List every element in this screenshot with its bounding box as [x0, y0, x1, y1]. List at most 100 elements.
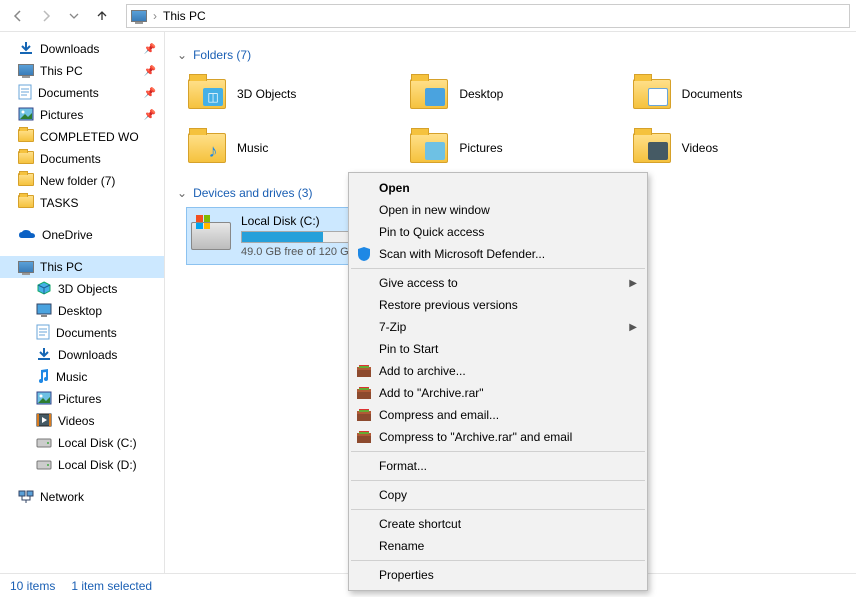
sidebar-quick-item[interactable]: Downloads📌	[0, 38, 164, 60]
context-menu-item[interactable]: Restore previous versions	[349, 294, 647, 316]
context-menu-label: Give access to	[379, 276, 458, 290]
thispc-icon	[131, 10, 147, 22]
sidebar-item-label: Documents	[38, 86, 99, 100]
sidebar-thispc-child[interactable]: Downloads	[0, 344, 164, 366]
sidebar-thispc-child[interactable]: Pictures	[0, 388, 164, 410]
music-folder-icon: ♪	[187, 130, 227, 166]
context-menu-item[interactable]: Copy	[349, 484, 647, 506]
breadcrumb-separator-icon: ›	[153, 9, 157, 23]
sidebar-item-label: This PC	[40, 260, 83, 274]
section-title: Devices and drives (3)	[193, 186, 312, 200]
winrar-icon	[355, 428, 373, 446]
chevron-down-icon: ⌄	[177, 48, 187, 62]
pin-icon: 📌	[144, 110, 156, 121]
context-menu-item[interactable]: 7-Zip▶	[349, 316, 647, 338]
folder-item[interactable]: ♪Music	[187, 124, 399, 172]
context-menu-label: Open in new window	[379, 203, 490, 217]
folder-item[interactable]: Documents	[632, 70, 844, 118]
hdd-icon	[36, 458, 52, 473]
context-menu-item[interactable]: Pin to Quick access	[349, 221, 647, 243]
context-menu-item[interactable]: Rename	[349, 535, 647, 557]
context-menu-item[interactable]: Add to "Archive.rar"	[349, 382, 647, 404]
recent-dropdown[interactable]	[62, 4, 86, 28]
context-menu-label: Restore previous versions	[379, 298, 518, 312]
desktop-icon	[36, 303, 52, 320]
up-button[interactable]	[90, 4, 114, 28]
sidebar-quick-item[interactable]: COMPLETED WO	[0, 126, 164, 148]
winrar-icon	[355, 362, 373, 380]
context-menu-label: Properties	[379, 568, 434, 582]
back-button[interactable]	[6, 4, 30, 28]
sidebar-thispc[interactable]: This PC	[0, 256, 164, 278]
sidebar-thispc-child[interactable]: Videos	[0, 410, 164, 432]
sidebar-thispc-child[interactable]: Music	[0, 366, 164, 388]
sidebar-thispc-child[interactable]: Local Disk (C:)	[0, 432, 164, 454]
sidebar-thispc-child[interactable]: Desktop	[0, 300, 164, 322]
sidebar-item-label: This PC	[40, 64, 83, 78]
context-menu-item[interactable]: Properties	[349, 564, 647, 586]
sidebar-quick-item[interactable]: Documents	[0, 148, 164, 170]
sidebar-quick-item[interactable]: Documents📌	[0, 82, 164, 104]
section-header-folders[interactable]: ⌄ Folders (7)	[177, 48, 844, 62]
context-menu-label: Add to "Archive.rar"	[379, 386, 484, 400]
thispc-icon	[18, 261, 34, 273]
folder-icon	[18, 195, 34, 211]
3d-icon	[36, 280, 52, 299]
thispc-icon	[18, 64, 34, 79]
documents-icon	[36, 324, 50, 343]
context-menu-item[interactable]: Open in new window	[349, 199, 647, 221]
toolbar: › This PC	[0, 0, 856, 32]
context-menu-item[interactable]: Open	[349, 177, 647, 199]
section-title: Folders (7)	[193, 48, 251, 62]
sidebar-thispc-child[interactable]: 3D Objects	[0, 278, 164, 300]
context-menu-item[interactable]: Scan with Microsoft Defender...	[349, 243, 647, 265]
context-menu-label: Open	[379, 181, 410, 195]
sidebar-network[interactable]: Network	[0, 486, 164, 508]
context-menu-label: Create shortcut	[379, 517, 461, 531]
folder-icon	[18, 173, 34, 189]
sidebar-onedrive[interactable]: OneDrive	[0, 224, 164, 246]
context-menu-item[interactable]: Give access to▶	[349, 272, 647, 294]
folder-item[interactable]: Desktop	[409, 70, 621, 118]
sidebar-quick-item[interactable]: TASKS	[0, 192, 164, 214]
context-menu-item[interactable]: Compress and email...	[349, 404, 647, 426]
sidebar-thispc-child[interactable]: Local Disk (D:)	[0, 454, 164, 476]
chevron-down-icon: ⌄	[177, 186, 187, 200]
sidebar-item-label: Pictures	[58, 392, 101, 406]
sidebar-thispc-child[interactable]: Documents	[0, 322, 164, 344]
status-item-count: 10 items	[10, 579, 55, 593]
sidebar-quick-item[interactable]: Pictures📌	[0, 104, 164, 126]
sidebar-item-label: OneDrive	[42, 228, 93, 242]
3d-folder-icon: ◫	[187, 76, 227, 112]
folder-item[interactable]: Pictures	[409, 124, 621, 172]
forward-button[interactable]	[34, 4, 58, 28]
context-menu-label: Compress to "Archive.rar" and email	[379, 430, 572, 444]
context-menu-label: Copy	[379, 488, 407, 502]
folder-label: Desktop	[459, 87, 503, 101]
folder-icon	[18, 151, 34, 167]
address-bar[interactable]: › This PC	[126, 4, 850, 28]
pin-icon: 📌	[144, 44, 156, 55]
sidebar-item-label: New folder (7)	[40, 174, 115, 188]
sidebar-item-label: Downloads	[58, 348, 117, 362]
context-menu-label: Rename	[379, 539, 424, 553]
videos-icon	[36, 413, 52, 430]
folder-item[interactable]: ◫3D Objects	[187, 70, 399, 118]
sidebar-quick-item[interactable]: This PC📌	[0, 60, 164, 82]
folder-label: Videos	[682, 141, 718, 155]
folder-item[interactable]: Videos	[632, 124, 844, 172]
context-menu-item[interactable]: Create shortcut	[349, 513, 647, 535]
sidebar-item-label: Documents	[40, 152, 101, 166]
documents-icon	[18, 84, 32, 103]
folder-label: Pictures	[459, 141, 502, 155]
folder-label: Documents	[682, 87, 743, 101]
context-menu-label: Pin to Quick access	[379, 225, 484, 239]
context-menu-item[interactable]: Pin to Start	[349, 338, 647, 360]
context-menu-item[interactable]: Add to archive...	[349, 360, 647, 382]
pictures-folder-icon	[409, 130, 449, 166]
context-menu-item[interactable]: Format...	[349, 455, 647, 477]
context-menu-item[interactable]: Compress to "Archive.rar" and email	[349, 426, 647, 448]
breadcrumb-location[interactable]: This PC	[163, 9, 206, 23]
sidebar-quick-item[interactable]: New folder (7)	[0, 170, 164, 192]
context-menu-label: Pin to Start	[379, 342, 438, 356]
